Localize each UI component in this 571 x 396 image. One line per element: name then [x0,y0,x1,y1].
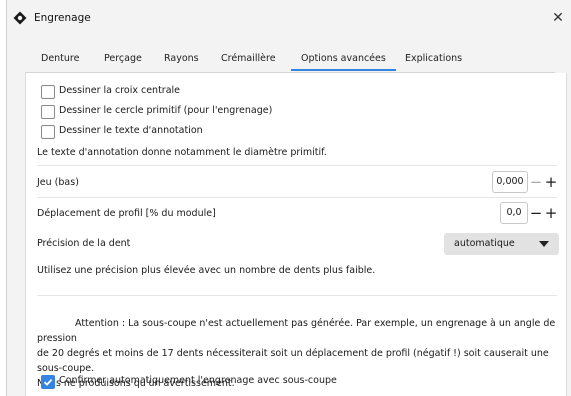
backlash-decrement-button[interactable]: − [529,172,543,192]
draw-pitch-circle-label: Dessiner le cercle primitif (pour l'engr… [59,105,273,116]
tooth-precision-selected: automatique [454,238,515,249]
annotation-note: Le texte d'annotation donne notamment le… [37,147,327,158]
advanced-options-panel: Dessiner la croix centrale Dessiner le c… [25,73,567,396]
draw-pitch-circle-checkbox[interactable] [41,105,55,119]
tab-denture[interactable]: Denture [41,53,79,64]
draw-annotation-label: Dessiner le texte d'annotation [59,125,203,136]
draw-center-cross-checkbox[interactable] [41,85,55,99]
backlash-input[interactable]: 0,000 [492,171,528,193]
close-icon: ✕ [552,10,564,26]
confirm-undercut-label: Confirmer automatiquement l'engrenage av… [59,375,337,386]
gear-dialog: Engrenage ✕ Denture Perçage Rayons Créma… [6,0,571,396]
profile-shift-decrement-button[interactable]: − [529,203,543,223]
gear-icon [13,11,27,25]
tab-options-avancees[interactable]: Options avancées [291,53,396,71]
divider [37,295,557,296]
tab-cremaillere[interactable]: Crémaillère [221,53,276,64]
profile-shift-input[interactable]: 0,0 [500,202,528,224]
title-bar: Engrenage ✕ [7,0,571,36]
draw-annotation-checkbox[interactable] [41,125,55,139]
tooth-precision-dropdown[interactable]: automatique [444,233,559,255]
profile-shift-label: Déplacement de profil [% du module] [37,208,216,219]
warning-line-2: de 20 degrés et moins de 17 dents nécess… [37,348,549,374]
close-button[interactable]: ✕ [544,6,571,30]
tab-rayons[interactable]: Rayons [164,53,199,64]
tab-bar: Denture Perçage Rayons Crémaillère Optio… [25,46,555,73]
precision-note: Utilisez une précision plus élevée avec … [37,265,376,276]
tooth-precision-label: Précision de la dent [37,238,131,249]
confirm-undercut-checkbox[interactable] [41,375,55,389]
draw-center-cross-label: Dessiner la croix centrale [59,85,181,96]
window-title: Engrenage [34,12,91,24]
backlash-increment-button[interactable]: + [544,172,558,192]
chevron-down-icon [539,241,549,247]
profile-shift-increment-button[interactable]: + [544,203,558,223]
checkmark-icon [43,378,53,386]
backlash-label: Jeu (bas) [37,177,79,188]
tab-explications[interactable]: Explications [405,53,462,64]
divider [37,197,557,198]
warning-line-1: Attention : La sous-coupe n'est actuelle… [37,318,556,344]
divider [37,165,557,166]
tab-percage[interactable]: Perçage [104,53,142,64]
